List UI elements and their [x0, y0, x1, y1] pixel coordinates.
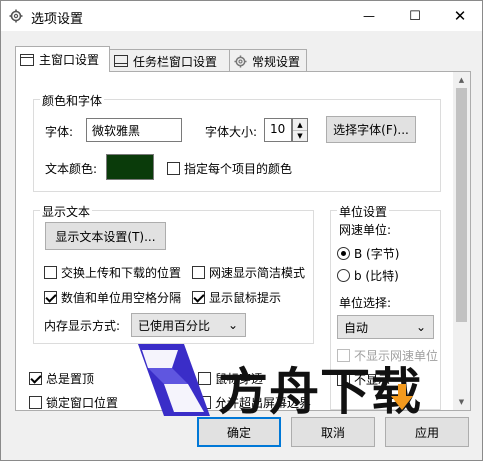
checkbox-box[interactable] [192, 291, 205, 304]
checkbox-box[interactable] [167, 162, 180, 175]
unit-select-label: 单位选择: [339, 296, 392, 310]
space-separator-checkbox[interactable]: 数值和单位用空格分隔 [44, 289, 181, 306]
display-text-settings-button[interactable]: 显示文本设置(T)... [45, 222, 166, 250]
tab-general[interactable]: 常规设置 [229, 49, 307, 72]
download-arrow-icon [391, 384, 413, 410]
tab-label: 主窗口设置 [39, 53, 100, 67]
memory-display-label: 内存显示方式: [44, 319, 121, 333]
always-on-top-checkbox[interactable]: 总是置顶 [29, 370, 94, 387]
font-size-stepper[interactable]: ▲ ▼ [292, 118, 308, 142]
options-dialog: 选项设置 — ☐ ✕ 主窗口设置 任务栏窗口设置 常规设置 颜色和字体 字体: … [0, 0, 483, 461]
radio-bits[interactable]: b (比特) [337, 267, 399, 284]
checkbox-box[interactable] [44, 291, 57, 304]
per-item-color-checkbox[interactable]: 指定每个项目的颜色 [167, 160, 292, 177]
minimize-icon: — [363, 9, 375, 23]
chevron-down-icon[interactable]: ▼ [293, 130, 307, 141]
vertical-scrollbar[interactable]: ▲ ▼ [453, 72, 470, 410]
group-title: 颜色和字体 [40, 92, 105, 109]
checkbox-box[interactable] [29, 372, 42, 385]
window-icon [20, 53, 34, 66]
text-color-label: 文本颜色: [45, 162, 98, 176]
close-button[interactable]: ✕ [437, 1, 483, 31]
checkbox-label: 锁定窗口位置 [46, 396, 119, 410]
tab-label: 常规设置 [252, 54, 301, 69]
chevron-up-icon[interactable]: ▲ [293, 119, 307, 130]
chevron-down-icon: ⌄ [415, 320, 426, 334]
memory-display-select[interactable]: 已使用百分比 ⌄ [131, 313, 246, 337]
group-title: 显示文本 [40, 203, 93, 220]
radio-label: B (字节) [354, 247, 400, 261]
color-font-group: 颜色和字体 字体: 微软雅黑 字体大小: 10 ▲ ▼ 选择字体(F)... 文… [33, 92, 441, 192]
chevron-down-icon: ⌄ [227, 318, 238, 332]
group-title: 单位设置 [337, 203, 390, 220]
checkbox-box[interactable] [29, 396, 42, 409]
radio-label: b (比特) [354, 269, 399, 283]
checkbox-label: 网速显示简洁模式 [209, 266, 306, 280]
show-tooltip-checkbox[interactable]: 显示鼠标提示 [192, 289, 281, 306]
gear-icon [9, 9, 23, 23]
checkbox-label: 交换上传和下载的位置 [61, 266, 182, 280]
scroll-down-icon[interactable]: ▼ [453, 394, 470, 410]
lock-position-checkbox[interactable]: 锁定窗口位置 [29, 394, 119, 410]
font-label: 字体: [45, 125, 74, 139]
checkbox-label: 数值和单位用空格分隔 [61, 291, 182, 305]
select-value: 自动 [344, 321, 369, 335]
taskbar-icon [114, 55, 128, 67]
swap-upload-download-checkbox[interactable]: 交换上传和下载的位置 [44, 264, 181, 281]
checkbox-label: 显示鼠标提示 [209, 291, 282, 305]
compact-speed-checkbox[interactable]: 网速显示简洁模式 [192, 264, 305, 281]
font-size-label: 字体大小: [205, 125, 258, 139]
gear-icon [234, 54, 247, 68]
minimize-button[interactable]: — [346, 1, 392, 31]
watermark-logo [138, 344, 210, 416]
maximize-button[interactable]: ☐ [392, 1, 438, 31]
checkbox-box[interactable] [192, 266, 205, 279]
tab-label: 任务栏窗口设置 [133, 54, 218, 69]
close-icon: ✕ [453, 7, 467, 25]
checkbox-box[interactable] [44, 266, 57, 279]
scroll-up-icon[interactable]: ▲ [453, 72, 470, 88]
radio-button[interactable] [337, 269, 350, 282]
tab-taskbar-window[interactable]: 任务栏窗口设置 [109, 49, 230, 72]
tab-main-window[interactable]: 主窗口设置 [15, 46, 110, 72]
unit-select[interactable]: 自动 ⌄ [337, 315, 434, 339]
radio-button[interactable] [337, 247, 350, 260]
select-value: 已使用百分比 [138, 319, 211, 333]
display-text-group: 显示文本 显示文本设置(T)... 交换上传和下载的位置 网速显示简洁模式 数值… [33, 203, 314, 344]
font-size-field[interactable]: 10 [264, 118, 292, 142]
scrollbar-thumb[interactable] [456, 88, 467, 322]
window-title: 选项设置 [31, 12, 84, 27]
text-color-swatch[interactable] [106, 154, 154, 180]
maximize-icon: ☐ [409, 8, 421, 24]
font-field[interactable]: 微软雅黑 [86, 118, 182, 142]
choose-font-button[interactable]: 选择字体(F)... [326, 116, 416, 143]
title-bar: 选项设置 — ☐ ✕ [1, 1, 482, 31]
checkbox-label: 指定每个项目的颜色 [184, 162, 293, 176]
speed-unit-label: 网速单位: [339, 223, 392, 237]
checkbox-label: 总是置顶 [46, 372, 95, 386]
radio-bytes[interactable]: B (字节) [337, 245, 399, 262]
